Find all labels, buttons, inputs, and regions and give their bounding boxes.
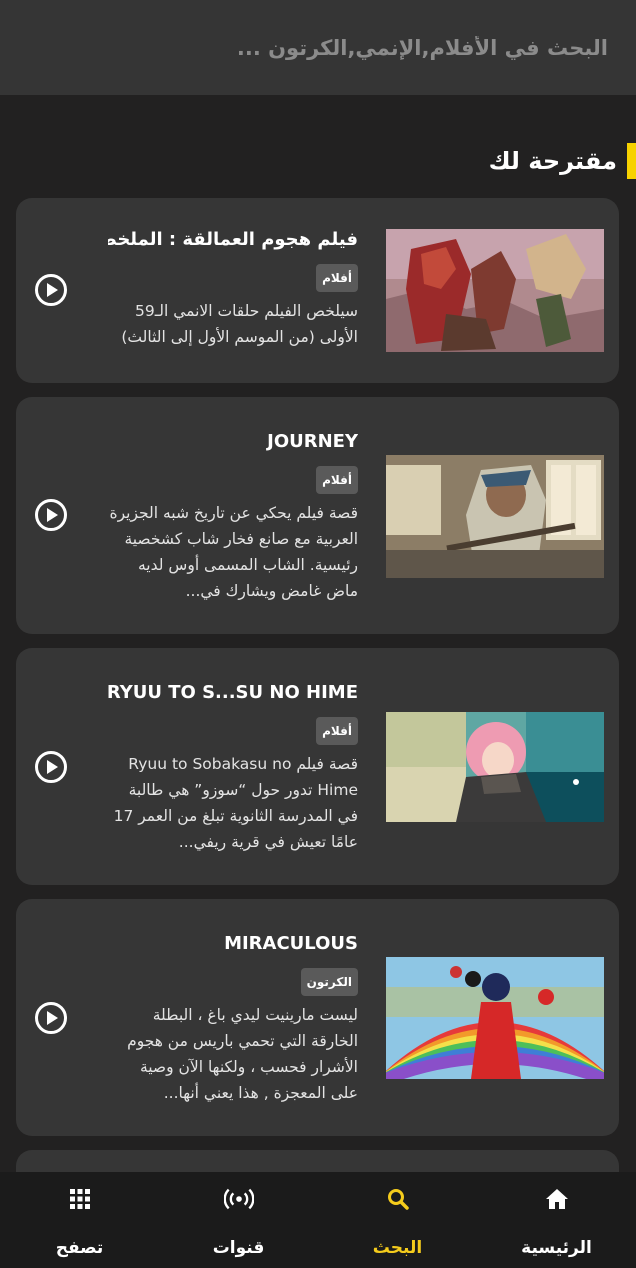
home-icon [542,1184,572,1214]
nav-item-channels[interactable]: قنوات [159,1172,318,1268]
card-description: قصة فيلم يحكي عن تاريخ شبه الجزيرة العرب… [109,504,359,600]
card-description: قصة فيلم Ryuu to Sobakasu no Hime تدور ح… [113,755,358,851]
bottom-nav: الرئيسية البحث قنوات تصفح [0,1172,636,1268]
play-icon [47,760,58,774]
search-icon [383,1184,413,1214]
nav-item-browse[interactable]: تصفح [0,1172,159,1268]
search-bar [0,0,636,95]
category-badge: الكرتون [300,968,358,996]
category-badge: أفلام [316,717,358,745]
belle-thumbnail[interactable] [386,712,604,822]
card-title: RYUU TO S...SU NO HIME [108,682,358,703]
play-button[interactable] [35,751,67,783]
miraculous-thumbnail[interactable] [386,957,604,1079]
suggestion-card[interactable]: JOURNEY أفلام قصة فيلم يحكي عن تاريخ شبه… [16,397,619,634]
nav-label: البحث [372,1238,423,1258]
card-content: فيلم هجوم العمالقة : الملخص أفلام سيلخص … [108,228,358,350]
card-content: RYUU TO S...SU NO HIME أفلام قصة فيلم Ry… [108,681,358,855]
suggestion-card[interactable]: فيلم هجوم العمالقة : الملخص أفلام سيلخص … [16,198,619,383]
search-input[interactable] [28,17,608,78]
nav-label: تصفح [55,1238,104,1258]
grid-icon [65,1184,95,1214]
play-icon [47,1011,58,1025]
section-title: مقترحة لك [488,147,617,175]
nav-label: الرئيسية [521,1238,592,1258]
suggestion-card[interactable]: RYUU TO S...SU NO HIME أفلام قصة فيلم Ry… [16,648,619,885]
section-header: مقترحة لك [489,143,636,179]
nav-item-home[interactable]: الرئيسية [477,1172,636,1268]
play-icon [47,508,58,522]
card-content: JOURNEY أفلام قصة فيلم يحكي عن تاريخ شبه… [108,430,358,604]
attack-on-titan-thumbnail[interactable] [386,229,604,352]
category-badge: أفلام [316,264,358,292]
play-button[interactable] [35,1002,67,1034]
category-badge: أفلام [316,466,358,494]
journey-thumbnail[interactable] [386,455,604,578]
app-root: مقترحة لك فيلم هجوم العمالقة : الملخص أف… [0,0,636,1268]
play-button[interactable] [35,499,67,531]
card-description: ليست مارينيت ليدي باغ ، البطلة الخارقة ا… [127,1006,358,1102]
card-title: JOURNEY [267,431,358,452]
play-button[interactable] [35,274,67,306]
card-title: MIRACULOUS [224,933,358,954]
nav-label: قنوات [212,1238,265,1258]
suggestion-card[interactable]: MIRACULOUS الكرتون ليست مارينيت ليدي باغ… [16,899,619,1136]
play-icon [47,283,58,297]
card-description: سيلخص الفيلم حلقات الانمي الـ59 الأولى (… [121,302,358,346]
section-accent-bar [627,143,636,179]
card-title: فيلم هجوم العمالقة : الملخص [108,229,358,250]
nav-item-search[interactable]: البحث [318,1172,477,1268]
broadcast-icon [223,1184,254,1214]
card-content: MIRACULOUS الكرتون ليست مارينيت ليدي باغ… [108,932,358,1106]
